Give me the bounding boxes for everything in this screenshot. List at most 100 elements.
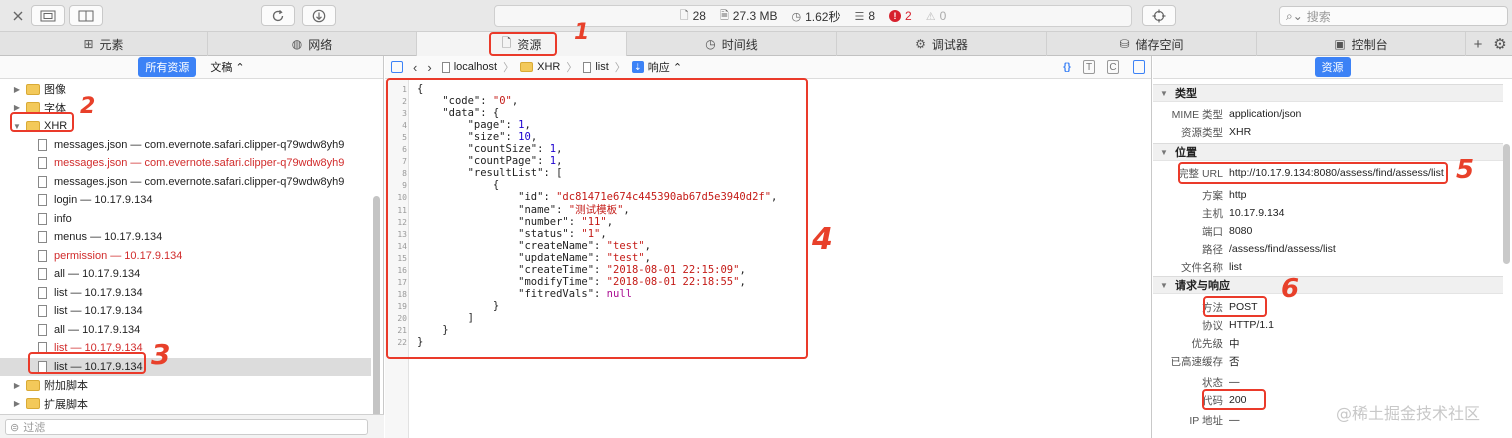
disclosure-open-icon[interactable]: ▼ [1159, 281, 1169, 290]
tree-item-label: messages.json — com.evernote.safari.clip… [54, 138, 345, 151]
scrollbar[interactable] [1503, 144, 1510, 264]
details-section-header[interactable]: ▼ 类型 [1153, 84, 1503, 102]
details-section-header[interactable]: ▼ 位置 [1153, 143, 1503, 161]
pretty-print-icon[interactable]: {} [1061, 60, 1073, 74]
type-info-icon[interactable]: T [1083, 60, 1095, 74]
settings-gear-icon[interactable]: ⚙ [1490, 32, 1510, 56]
errors-stat[interactable]: ! 2 [889, 9, 912, 23]
crumb-separator: 〉 [503, 62, 515, 74]
crumb-xhr[interactable]: XHR 〉 [520, 59, 577, 75]
tree-item-label: messages.json — com.evernote.safari.clip… [54, 175, 345, 188]
details-sidebar-toggle-icon[interactable] [1133, 60, 1145, 74]
close-icon[interactable] [10, 5, 26, 26]
tree-file[interactable]: permission — 10.17.9.134 [0, 247, 371, 266]
detail-key: 资源类型 [1181, 126, 1223, 139]
disclosure-open-icon[interactable]: ▼ [1159, 148, 1169, 157]
code-coverage-icon[interactable]: C [1107, 60, 1119, 74]
disclosure-closed-icon[interactable]: ▶ [12, 399, 22, 408]
scope-documents[interactable]: 文稿 ⌃ [210, 59, 244, 75]
detail-row: 主机 10.17.9.134 [1153, 204, 1503, 222]
warning-icon: ⚠ [925, 10, 936, 23]
dock-mode-button[interactable] [31, 5, 65, 26]
section-title: 位置 [1175, 147, 1197, 159]
tab-network[interactable]: ◍ 网络 [208, 32, 417, 56]
clock-icon: ◷ [791, 10, 802, 23]
tab-storage[interactable]: ⛁ 储存空间 [1047, 32, 1257, 56]
annotation-box-list-request [28, 352, 146, 374]
logs-count: 8 [868, 9, 876, 23]
disclosure-closed-icon[interactable]: ▶ [12, 85, 22, 94]
tree-file[interactable]: all — 10.17.9.134 [0, 265, 371, 284]
tree-item-label: permission — 10.17.9.134 [54, 249, 183, 262]
annotation-number: 3 [151, 338, 171, 371]
detail-value: 8080 [1229, 225, 1253, 237]
logs-stat[interactable]: ☰ 8 [854, 9, 875, 23]
detail-value: 中 [1229, 337, 1240, 350]
download-button[interactable] [302, 5, 336, 26]
filter-bar: ⊜ 过滤 [0, 414, 384, 438]
file-icon [38, 286, 47, 299]
split-view-button[interactable] [69, 5, 103, 26]
size-stat[interactable]: 🗎 27.3 MB [720, 7, 778, 26]
detail-value: — [1229, 376, 1240, 388]
inspect-element-button[interactable] [1142, 5, 1176, 26]
disclosure-closed-icon[interactable]: ▶ [12, 381, 22, 390]
annotation-number: 5 [1456, 155, 1475, 185]
forward-icon[interactable]: › [427, 60, 431, 75]
tree-folder[interactable]: ▶ 图像 [0, 80, 371, 99]
tree-item-label: all — 10.17.9.134 [54, 268, 141, 281]
disclosure-closed-icon[interactable]: ▶ [12, 103, 22, 112]
tree-file[interactable]: menus — 10.17.9.134 [0, 228, 371, 247]
tree-file[interactable]: login — 10.17.9.134 [0, 191, 371, 210]
requests-stat[interactable]: 🗋 28 [680, 7, 706, 26]
annotation-number: 4 [812, 222, 833, 257]
detail-key: 协议 [1202, 319, 1223, 332]
filter-input[interactable]: ⊜ 过滤 [5, 419, 368, 435]
tree-file[interactable]: messages.json — com.evernote.safari.clip… [0, 173, 371, 192]
scope-all-resources[interactable]: 所有资源 [138, 57, 197, 77]
tab-console[interactable]: ▣ 控制台 [1257, 32, 1466, 56]
tree-file[interactable]: messages.json — com.evernote.safari.clip… [0, 154, 371, 173]
tab-elements[interactable]: ⊞ 元素 [0, 32, 208, 56]
file-icon [38, 323, 47, 336]
detail-key: 主机 [1202, 207, 1223, 220]
toolbar: 🗋 28 🗎 27.3 MB ◷ 1.62秒 ☰ 8 ! 2 ⚠ 0 ⌕⌄ 搜索 [0, 0, 1512, 32]
details-resource-tab[interactable]: 资源 [1314, 57, 1351, 77]
detail-row: 协议 HTTP/1.1 [1153, 316, 1503, 334]
back-icon[interactable]: ‹ [413, 60, 417, 75]
annotation-number: 1 [574, 20, 590, 45]
error-icon: ! [889, 10, 902, 22]
tree-folder[interactable]: ▶ 扩展脚本 [0, 395, 371, 414]
crumb-list[interactable]: list 〉 [583, 59, 626, 75]
detail-key: IP 地址 [1189, 414, 1223, 427]
time-stat[interactable]: ◷ 1.62秒 [792, 8, 841, 25]
warnings-stat[interactable]: ⚠ 0 [926, 9, 947, 23]
tree-file[interactable]: list — 10.17.9.134 [0, 284, 371, 303]
tree-file[interactable]: messages.json — com.evernote.safari.clip… [0, 136, 371, 155]
page-stats: 🗋 28 🗎 27.3 MB ◷ 1.62秒 ☰ 8 ! 2 ⚠ 0 [494, 5, 1132, 27]
search-input[interactable]: ⌕⌄ 搜索 [1279, 6, 1508, 26]
tree-file[interactable]: info [0, 210, 371, 229]
reload-button[interactable] [261, 5, 295, 26]
disclosure-open-icon[interactable]: ▼ [1159, 89, 1169, 98]
tree-file[interactable]: all — 10.17.9.134 [0, 321, 371, 340]
tab-debugger[interactable]: ⚙ 调试器 [837, 32, 1047, 56]
detail-row: MIME 类型 application/json [1153, 105, 1503, 123]
detail-key: 优先级 [1191, 337, 1224, 350]
tree-item-label: messages.json — com.evernote.safari.clip… [54, 157, 345, 170]
detail-key: 已高速缓存 [1170, 355, 1224, 368]
detail-value: XHR [1229, 126, 1252, 138]
elements-icon: ⊞ [83, 37, 94, 51]
scope-bar: 所有资源 文稿 ⌃ [0, 56, 383, 79]
scrollbar[interactable] [373, 196, 380, 426]
document-icon: 🗋 [679, 9, 689, 22]
file-icon [38, 305, 47, 318]
crumb-host[interactable]: localhost 〉 [441, 59, 515, 75]
sidebar-toggle-icon[interactable] [391, 61, 403, 73]
add-tab-icon[interactable]: + [1468, 32, 1488, 56]
tree-folder[interactable]: ▶ 附加脚本 [0, 376, 371, 395]
details-section-header[interactable]: ▼ 请求与响应 [1153, 276, 1503, 294]
tree-file[interactable]: list — 10.17.9.134 [0, 302, 371, 321]
crumb-response[interactable]: ⇣ 响应 ⌃ [631, 59, 682, 75]
tab-timeline[interactable]: ◷ 时间线 [627, 32, 837, 56]
